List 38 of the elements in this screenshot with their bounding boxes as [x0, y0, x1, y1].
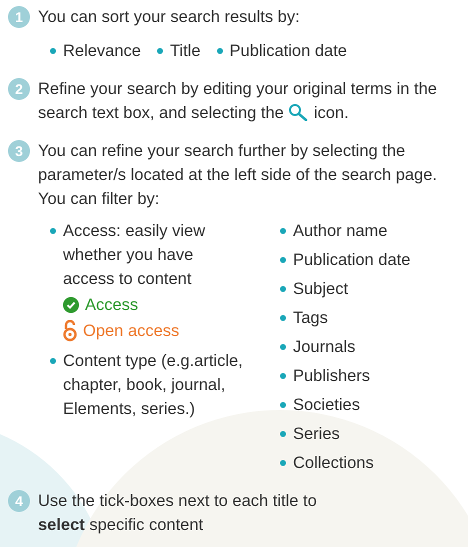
filter-text: Tags	[293, 308, 328, 329]
step-text: Use the tick-boxes next to each title to select specific content	[38, 491, 318, 536]
filter-text: Access: easily view whether you have access to content	[63, 221, 206, 290]
bullet-icon	[50, 358, 56, 364]
filter-text: Subject	[293, 279, 348, 300]
bullet-icon	[50, 48, 56, 54]
step-number: 2	[8, 78, 30, 100]
step-text: You can refine your search further by selecting the parameter/s located at the left side of the search page. You can filter by:	[38, 141, 438, 210]
filter-text: Series	[293, 424, 340, 445]
sort-option: Publication date	[230, 39, 347, 63]
bullet-icon	[50, 228, 56, 234]
bullet-icon	[280, 228, 286, 234]
filter-text: Societies	[293, 395, 360, 416]
step-text: You can sort your search results by:	[38, 7, 300, 28]
bullet-icon	[280, 373, 286, 379]
sort-option: Title	[170, 39, 201, 63]
filter-text: Journals	[293, 337, 356, 358]
bullet-icon	[216, 48, 223, 54]
access-label: Access	[85, 295, 138, 316]
sort-option: Relevance	[63, 39, 141, 63]
check-circle-icon	[63, 297, 79, 313]
filter-text: Author name	[293, 221, 388, 242]
bullet-icon	[280, 257, 286, 263]
bullet-icon	[156, 48, 163, 54]
step-number: 3	[8, 140, 30, 162]
search-icon	[288, 103, 310, 121]
open-lock-icon	[63, 320, 77, 342]
step-text: Refine your search by editing your original terms in the search text box, and selecting the icon.	[38, 79, 438, 124]
bullet-icon	[280, 344, 286, 350]
open-access-label: Open access	[83, 321, 180, 342]
filter-text: Publication date	[293, 250, 410, 271]
bullet-icon	[280, 286, 286, 292]
filter-text: Publishers	[293, 366, 370, 387]
bullet-icon	[280, 315, 286, 321]
filter-text: Collections	[293, 453, 374, 474]
bullet-icon	[280, 402, 286, 408]
step-number: 1	[8, 6, 30, 28]
filter-text: Content type (e.g.article, chapter, book, journal, Elements, series.)	[63, 351, 244, 420]
